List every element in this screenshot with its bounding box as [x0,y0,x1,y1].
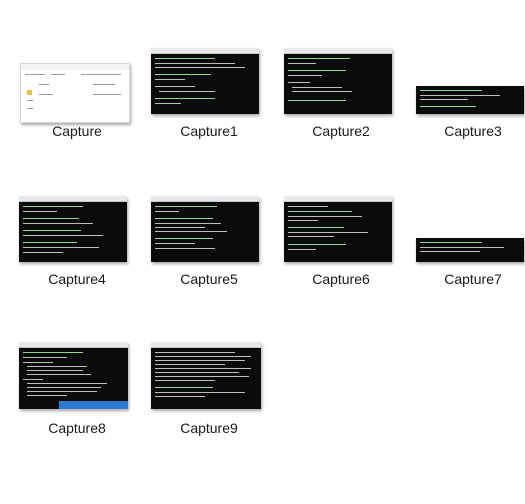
image-thumbnail [416,86,524,114]
file-name-label: Capture8 [48,420,106,436]
image-thumbnail [20,63,130,123]
image-thumbnail [151,342,261,409]
file-item-capture4[interactable]: Capture4 [13,196,141,333]
image-thumbnail [151,196,259,262]
file-name-label: Capture2 [312,123,370,139]
file-item-capture2[interactable]: Capture2 [277,48,405,185]
image-thumbnail [416,238,524,262]
file-item-capture8[interactable]: Capture8 [13,342,141,482]
file-name-label: Capture7 [444,271,502,287]
image-thumbnail [19,196,127,262]
image-thumbnail [284,196,392,262]
file-name-label: Capture9 [180,420,238,436]
image-thumbnail [151,48,259,114]
image-thumbnail [19,342,128,409]
file-name-label: Capture [52,123,102,139]
file-item-capture5[interactable]: Capture5 [145,196,273,333]
file-item-capture1[interactable]: Capture1 [145,48,273,185]
file-name-label: Capture6 [312,271,370,287]
file-name-label: Capture5 [180,271,238,287]
file-item-capture3[interactable]: Capture3 [409,55,525,185]
file-item-capture[interactable]: Capture [13,55,141,185]
file-item-capture7[interactable]: Capture7 [409,203,525,333]
file-name-label: Capture3 [444,123,502,139]
file-item-capture9[interactable]: Capture9 [145,342,273,482]
file-name-label: Capture1 [180,123,238,139]
file-item-capture6[interactable]: Capture6 [277,196,405,333]
image-thumbnail [284,48,392,114]
file-name-label: Capture4 [48,271,106,287]
